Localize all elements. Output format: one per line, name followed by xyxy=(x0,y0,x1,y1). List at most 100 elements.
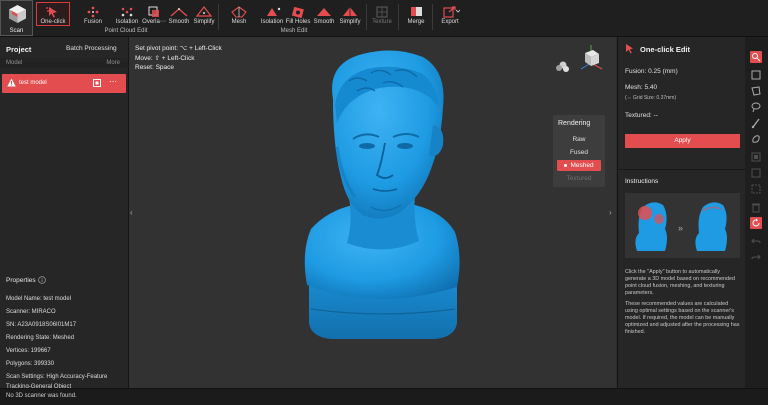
rect-select-icon[interactable] xyxy=(750,69,762,81)
select-tool-icon[interactable] xyxy=(750,51,762,63)
mesh-smooth-icon xyxy=(317,8,331,16)
fusion-label: Fusion xyxy=(83,19,102,25)
mesh-simplify-icon xyxy=(343,7,357,16)
undo-icon[interactable] xyxy=(750,235,762,247)
rendering-panel: Rendering Raw Fused Meshed Textured xyxy=(553,115,605,187)
render-meshed-label: Meshed xyxy=(570,162,594,169)
merge-label: Merge xyxy=(407,19,425,25)
mesh-smooth-label: Smooth xyxy=(313,19,335,25)
project-panel: Project Batch Processing Model More test… xyxy=(0,37,129,390)
render-raw-option[interactable]: Raw xyxy=(557,134,601,145)
svg-text:»: » xyxy=(678,223,683,233)
one-click-button[interactable]: One-click xyxy=(36,2,70,26)
fusion-value: Fusion: 0.25 (mm) xyxy=(625,68,678,75)
toolbar: Scan One-click Fusion Isolation Overla⋯ xyxy=(0,0,768,37)
redo-icon[interactable] xyxy=(750,251,762,263)
more-column-header: More xyxy=(106,60,120,66)
prop-scan-settings: Scan Settings: High Accuracy-Feature xyxy=(6,374,108,380)
fusion-button[interactable]: Fusion xyxy=(76,2,110,26)
mesh-simplify-label: Simplify xyxy=(339,19,361,25)
prop-scanner: Scanner: MIRACO xyxy=(6,309,56,315)
toolbar-separator xyxy=(398,4,399,30)
bust-3d-model[interactable] xyxy=(297,47,467,343)
toolbar-separator xyxy=(218,4,219,30)
batch-processing-button[interactable]: Batch Processing xyxy=(66,45,117,52)
export-button[interactable]: Export xyxy=(436,2,464,26)
mesh-isolation-label: Isolation xyxy=(260,19,284,25)
export-icon xyxy=(443,6,461,18)
lasso-select-icon[interactable] xyxy=(750,101,762,113)
refresh-icon[interactable] xyxy=(750,217,762,229)
merge-button[interactable]: Merge xyxy=(402,2,430,26)
status-bar: No 3D scanner was found. xyxy=(0,388,768,405)
apply-button[interactable]: Apply xyxy=(625,134,740,148)
pc-isolation-label: Isolation xyxy=(115,19,139,25)
model-preview-icon[interactable] xyxy=(93,79,101,87)
move-hint: Move: ⇧ + Left-Click xyxy=(135,55,195,62)
pc-isolation-button[interactable]: Isolation xyxy=(112,2,142,26)
rendering-title: Rendering xyxy=(558,120,591,127)
render-meshed-option[interactable]: Meshed xyxy=(557,160,601,171)
model-list-item[interactable]: test model ⋯ xyxy=(2,74,126,93)
toolbar-separator xyxy=(366,4,367,30)
pc-smooth-icon xyxy=(170,8,188,17)
scan-cube-icon xyxy=(9,5,26,23)
prop-vertices: Vertices: 199667 xyxy=(6,348,51,354)
info-icon[interactable] xyxy=(38,276,46,284)
texture-label: Texture xyxy=(372,19,392,25)
mesh-icon xyxy=(231,6,247,18)
scan-label: Scan xyxy=(9,28,24,34)
invert-selection-icon[interactable] xyxy=(750,151,762,163)
instructions-paragraph-2: These recommended values are calculated … xyxy=(625,301,740,335)
mesh-isolation-button[interactable]: Isolation xyxy=(258,2,286,26)
overlap-icon xyxy=(148,6,159,17)
textured-value: Textured: -- xyxy=(625,112,658,119)
prop-polygons: Polygons: 399330 xyxy=(6,361,55,367)
overlap-label: Overla⋯ xyxy=(142,19,166,25)
status-message: No 3D scanner was found. xyxy=(6,393,77,399)
mesh-value: Mesh: 5.40 xyxy=(625,84,658,91)
clear-selection-icon[interactable] xyxy=(750,183,762,195)
export-label: Export xyxy=(441,19,459,25)
overlap-button[interactable]: Overla⋯ xyxy=(142,2,166,26)
prop-rendering-state: Rendering State: Meshed xyxy=(6,335,75,341)
model-list-header: Model More xyxy=(0,58,128,68)
collapse-right-icon[interactable]: › xyxy=(609,208,612,217)
mesh-smooth-button[interactable]: Smooth xyxy=(312,2,336,26)
merge-icon xyxy=(411,7,422,16)
3d-viewport[interactable]: Set pivot point: ⌥ + Left-Click Move: ⇧ … xyxy=(129,37,616,388)
scan-tab[interactable]: Scan xyxy=(0,0,33,36)
collapse-left-icon[interactable]: ‹ xyxy=(130,208,133,217)
more-options-icon[interactable]: ⋯ xyxy=(109,77,118,86)
delete-selection-icon[interactable] xyxy=(750,201,762,213)
model-column-header: Model xyxy=(6,60,23,66)
brush-select-icon[interactable] xyxy=(750,117,762,129)
project-title: Project xyxy=(6,45,32,54)
pc-isolation-icon xyxy=(121,7,133,17)
one-click-label: One-click xyxy=(40,19,66,25)
mesh-simplify-button[interactable]: Simplify xyxy=(338,2,362,26)
selected-dot-icon xyxy=(564,163,568,167)
pc-smooth-button[interactable]: Smooth xyxy=(166,2,192,26)
warning-icon xyxy=(7,78,16,87)
fill-holes-icon xyxy=(291,6,304,18)
instructions-illustration: » xyxy=(625,193,740,258)
view-cube-icon[interactable] xyxy=(555,41,605,81)
point-cloud-group-label: Point Cloud Edit xyxy=(104,28,148,34)
texture-button[interactable]: Texture xyxy=(368,2,396,26)
render-textured-option[interactable]: Textured xyxy=(557,173,601,184)
render-fused-option[interactable]: Fused xyxy=(557,147,601,158)
pc-simplify-button[interactable]: Simplify xyxy=(192,2,216,26)
fill-holes-label: Fill Holes xyxy=(285,19,311,25)
polygon-select-icon[interactable] xyxy=(750,85,762,97)
mesh-button[interactable]: Mesh xyxy=(226,2,252,26)
properties-title: Properties xyxy=(6,277,36,284)
one-click-edit-panel: One-click Edit Fusion: 0.25 (mm) Mesh: 5… xyxy=(617,37,745,388)
panel-divider xyxy=(618,169,745,170)
mesh-group-label: Mesh Edit xyxy=(280,28,308,34)
instructions-paragraph-1: Click the "Apply" button to automaticall… xyxy=(625,269,735,296)
select-connected-icon[interactable] xyxy=(750,167,762,179)
paint-select-icon[interactable] xyxy=(750,133,762,145)
one-click-edit-title: One-click Edit xyxy=(640,45,691,54)
fill-holes-button[interactable]: Fill Holes xyxy=(284,2,312,26)
